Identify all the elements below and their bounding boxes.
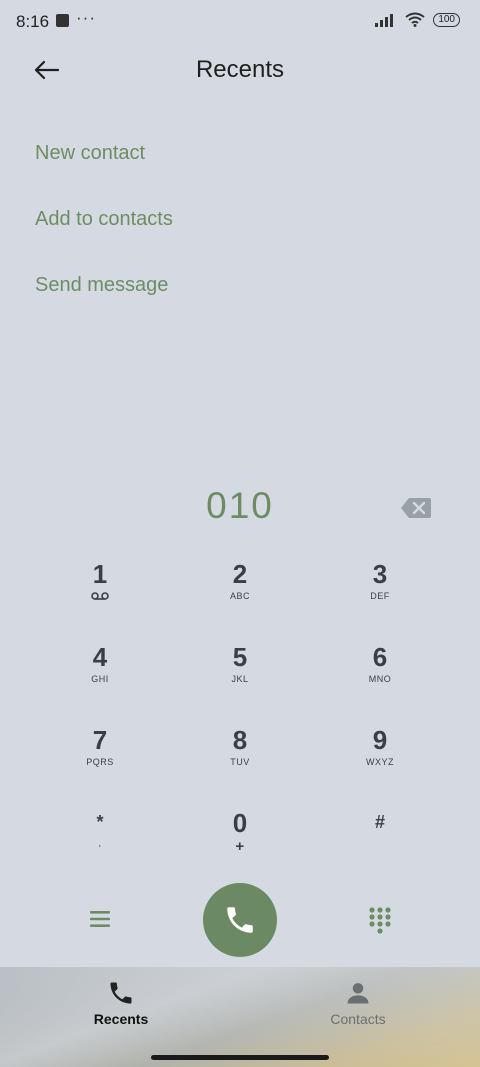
- menu-button[interactable]: [86, 907, 114, 931]
- key-4[interactable]: 4 GHI: [30, 631, 170, 714]
- key-hash[interactable]: #: [310, 797, 450, 880]
- more-notifications-icon: ···: [76, 8, 96, 27]
- key-7[interactable]: 7 PQRS: [30, 714, 170, 797]
- key-3[interactable]: 3 DEF: [310, 548, 450, 631]
- menu-icon: [90, 911, 110, 927]
- key-1[interactable]: 1: [30, 548, 170, 631]
- key-8[interactable]: 8 TUV: [170, 714, 310, 797]
- wifi-icon: [405, 12, 425, 27]
- key-5[interactable]: 5 JKL: [170, 631, 310, 714]
- key-6[interactable]: 6 MNO: [310, 631, 450, 714]
- send-message-action[interactable]: Send message: [35, 262, 173, 328]
- page-title: Recents: [195, 56, 285, 83]
- status-bar: 8:16 ··· 100: [0, 0, 480, 44]
- action-list: New contact Add to contacts Send message: [35, 130, 173, 328]
- add-to-contacts-action[interactable]: Add to contacts: [35, 196, 173, 262]
- app-bar: Recents: [0, 44, 480, 100]
- call-button[interactable]: [203, 883, 277, 957]
- tab-contacts[interactable]: Contacts: [308, 979, 408, 1027]
- key-2[interactable]: 2 ABC: [170, 548, 310, 631]
- key-star[interactable]: * ,: [30, 797, 170, 880]
- key-9[interactable]: 9 WXYZ: [310, 714, 450, 797]
- status-time: 8:16: [16, 12, 50, 31]
- phone-icon: [110, 982, 132, 1004]
- notification-icon: [56, 14, 69, 27]
- home-indicator[interactable]: [151, 1055, 329, 1060]
- battery-icon: 100: [433, 12, 460, 27]
- phone-icon: [227, 907, 253, 933]
- status-icons: 100: [375, 12, 460, 27]
- new-contact-action[interactable]: New contact: [35, 130, 173, 196]
- voicemail-icon: [91, 592, 109, 600]
- key-0[interactable]: 0 +: [170, 797, 310, 880]
- backspace-icon: [401, 498, 431, 518]
- person-icon: [347, 983, 369, 1004]
- keypad: 1 2 ABC 3 DEF 4 GHI 5 JKL 6 MNO 7 PQRS 8…: [30, 548, 450, 880]
- tab-recents[interactable]: Recents: [71, 979, 171, 1027]
- backspace-button[interactable]: [400, 497, 432, 519]
- tab-bar: Recents Contacts: [0, 967, 480, 1067]
- dialer-controls: [0, 883, 480, 959]
- signal-icon: [375, 13, 394, 27]
- dialpad-icon: [369, 907, 391, 934]
- dialpad-toggle-button[interactable]: [366, 905, 394, 935]
